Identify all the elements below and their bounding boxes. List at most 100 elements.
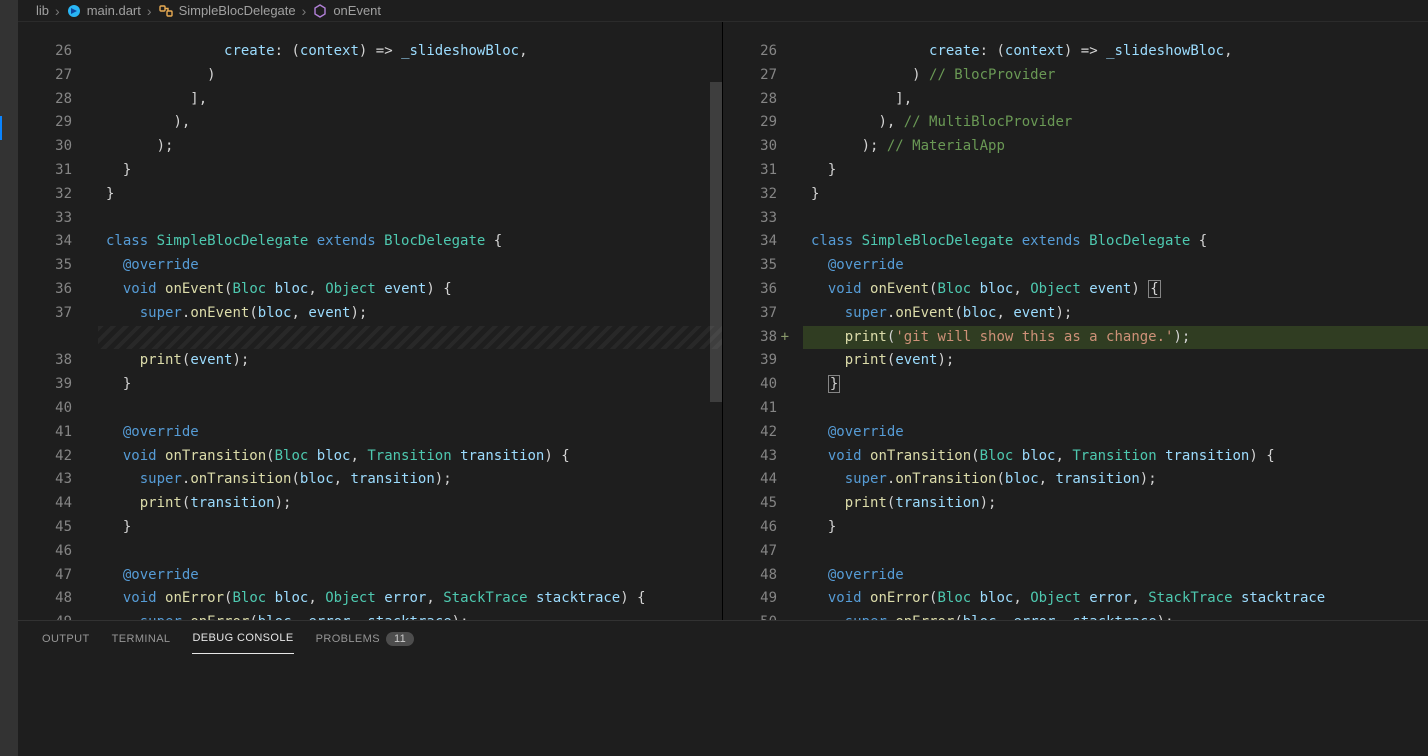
- code-line[interactable]: print(event);: [803, 349, 1428, 373]
- activity-indicator: [0, 116, 2, 140]
- code-line[interactable]: ),: [98, 111, 722, 135]
- line-number: 48: [18, 587, 98, 611]
- code-line[interactable]: [98, 207, 722, 231]
- line-number: 40: [18, 397, 98, 421]
- code-line[interactable]: @override: [803, 564, 1428, 588]
- line-number: 37: [723, 302, 803, 326]
- code-line[interactable]: [803, 540, 1428, 564]
- tab-terminal[interactable]: TERMINAL: [112, 629, 171, 654]
- code-line[interactable]: }: [98, 183, 722, 207]
- code-line[interactable]: );: [98, 135, 722, 159]
- code-line[interactable]: super.onTransition(bloc, transition);: [98, 468, 722, 492]
- code-area-right[interactable]: create: (context) => _slideshowBloc, ) /…: [803, 22, 1428, 620]
- code-line[interactable]: void onEvent(Bloc bloc, Object event) {: [803, 278, 1428, 302]
- code-line[interactable]: ],: [803, 88, 1428, 112]
- tab-output[interactable]: OUTPUT: [42, 629, 90, 654]
- code-line[interactable]: }: [803, 516, 1428, 540]
- activity-bar[interactable]: [0, 0, 18, 756]
- code-line[interactable]: print('git will show this as a change.')…: [803, 326, 1428, 350]
- code-line[interactable]: print(transition);: [803, 492, 1428, 516]
- breadcrumb-file[interactable]: main.dart: [66, 3, 141, 19]
- code-line[interactable]: print(event);: [98, 349, 722, 373]
- line-number: 47: [18, 564, 98, 588]
- code-line[interactable]: @override: [98, 421, 722, 445]
- code-line[interactable]: ],: [98, 88, 722, 112]
- code-line[interactable]: }: [803, 183, 1428, 207]
- line-number: 43: [18, 468, 98, 492]
- code-line[interactable]: super.onTransition(bloc, transition);: [803, 468, 1428, 492]
- code-line[interactable]: ): [98, 64, 722, 88]
- code-line[interactable]: void onTransition(Bloc bloc, Transition …: [98, 445, 722, 469]
- scrollbar-thumb[interactable]: [710, 82, 722, 402]
- method-icon: [312, 3, 328, 19]
- code-line[interactable]: void onEvent(Bloc bloc, Object event) {: [98, 278, 722, 302]
- line-number: 50: [723, 611, 803, 620]
- code-line[interactable]: create: (context) => _slideshowBloc,: [803, 40, 1428, 64]
- breadcrumb-class[interactable]: SimpleBlocDelegate: [158, 3, 296, 19]
- line-number: 45: [723, 492, 803, 516]
- code-line[interactable]: [803, 207, 1428, 231]
- line-number: 27: [18, 64, 98, 88]
- diff-original-pane[interactable]: 262728293031323334353637 383940414243444…: [18, 22, 723, 620]
- line-number: 44: [723, 468, 803, 492]
- code-line[interactable]: ); // MaterialApp: [803, 135, 1428, 159]
- code-line[interactable]: print(transition);: [98, 492, 722, 516]
- code-line[interactable]: @override: [803, 254, 1428, 278]
- code-area-left[interactable]: create: (context) => _slideshowBloc, ) ]…: [98, 22, 722, 620]
- breadcrumb[interactable]: lib › main.dart › SimpleBlocDelegate › o…: [18, 0, 1428, 22]
- vertical-scrollbar[interactable]: [708, 22, 722, 620]
- code-line[interactable]: }: [803, 373, 1428, 397]
- code-line[interactable]: void onError(Bloc bloc, Object error, St…: [98, 587, 722, 611]
- code-line[interactable]: create: (context) => _slideshowBloc,: [98, 40, 722, 64]
- line-number: 44: [18, 492, 98, 516]
- diff-modified-pane[interactable]: 2627282930313233343536373839404142434445…: [723, 22, 1428, 620]
- problems-badge: 11: [386, 632, 414, 646]
- line-gutter-left: 262728293031323334353637 383940414243444…: [18, 22, 98, 620]
- line-number: 26: [723, 40, 803, 64]
- code-line[interactable]: @override: [98, 564, 722, 588]
- breadcrumb-folder[interactable]: lib: [36, 3, 49, 18]
- line-number: 34: [18, 230, 98, 254]
- line-number: 40: [723, 373, 803, 397]
- line-number: 49: [18, 611, 98, 620]
- code-line[interactable]: super.onEvent(bloc, event);: [803, 302, 1428, 326]
- code-line[interactable]: @override: [803, 421, 1428, 445]
- code-line[interactable]: ), // MultiBlocProvider: [803, 111, 1428, 135]
- line-number: 39: [18, 373, 98, 397]
- line-number: 28: [723, 88, 803, 112]
- tab-debug-console[interactable]: DEBUG CONSOLE: [192, 628, 293, 654]
- code-line[interactable]: }: [803, 159, 1428, 183]
- code-line[interactable]: }: [98, 516, 722, 540]
- code-line[interactable]: super.onEvent(bloc, event);: [98, 302, 722, 326]
- line-number: 42: [723, 421, 803, 445]
- code-line[interactable]: void onError(Bloc bloc, Object error, St…: [803, 587, 1428, 611]
- code-line[interactable]: [98, 540, 722, 564]
- code-line[interactable]: class SimpleBlocDelegate extends BlocDel…: [803, 230, 1428, 254]
- diff-editor: 262728293031323334353637 383940414243444…: [18, 22, 1428, 620]
- code-line[interactable]: [98, 397, 722, 421]
- line-number: 48: [723, 564, 803, 588]
- code-line[interactable]: @override: [98, 254, 722, 278]
- line-number: 34: [723, 230, 803, 254]
- code-line[interactable]: super.onError(bloc, error, stacktrace);: [98, 611, 722, 620]
- line-number: [18, 326, 98, 350]
- line-number: 47: [723, 540, 803, 564]
- code-line[interactable]: }: [98, 373, 722, 397]
- breadcrumb-method[interactable]: onEvent: [312, 3, 381, 19]
- panel-tabs: OUTPUT TERMINAL DEBUG CONSOLE PROBLEMS11: [18, 621, 1428, 653]
- code-line[interactable]: super.onError(bloc, error, stacktrace);: [803, 611, 1428, 620]
- chevron-right-icon: ›: [55, 3, 60, 19]
- line-number: 33: [18, 207, 98, 231]
- line-number: 39: [723, 349, 803, 373]
- line-number: 35: [18, 254, 98, 278]
- line-number: 37: [18, 302, 98, 326]
- code-line[interactable]: void onTransition(Bloc bloc, Transition …: [803, 445, 1428, 469]
- code-line[interactable]: [803, 397, 1428, 421]
- code-line[interactable]: }: [98, 159, 722, 183]
- code-line[interactable]: [98, 326, 722, 350]
- chevron-right-icon: ›: [302, 3, 307, 19]
- code-line[interactable]: ) // BlocProvider: [803, 64, 1428, 88]
- code-line[interactable]: class SimpleBlocDelegate extends BlocDel…: [98, 230, 722, 254]
- dart-file-icon: [66, 3, 82, 19]
- tab-problems[interactable]: PROBLEMS11: [316, 629, 415, 654]
